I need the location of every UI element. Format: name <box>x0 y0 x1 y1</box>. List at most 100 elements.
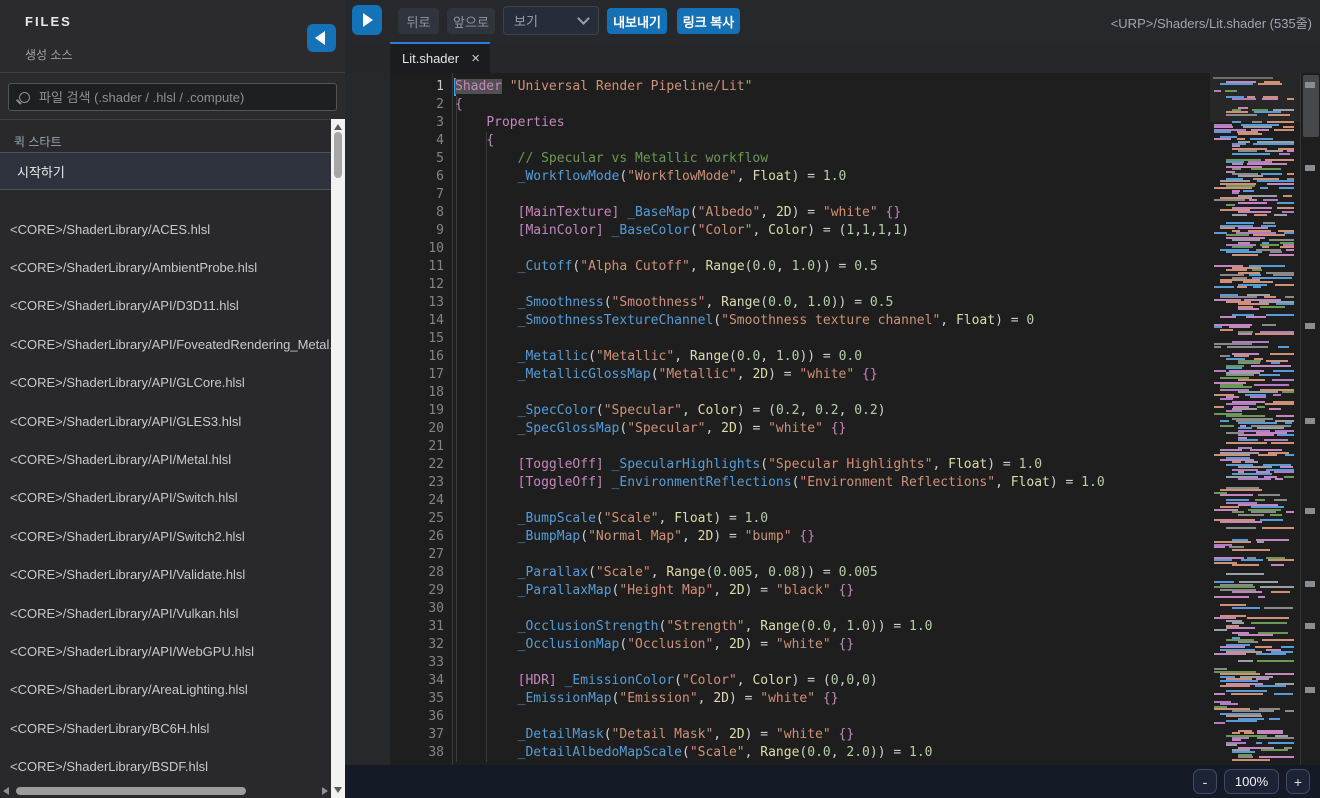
code-line[interactable] <box>455 492 1105 510</box>
code-line[interactable]: _OcclusionStrength("Strength", Range(0.0… <box>455 618 1105 636</box>
minimap-line <box>1277 434 1294 436</box>
minimap-line <box>1265 403 1294 405</box>
view-dropdown[interactable]: 보기 <box>503 6 599 35</box>
code-line[interactable]: _SpecGlossMap("Specular", 2D) = "white" … <box>455 420 1105 438</box>
code-line[interactable]: _Parallax("Scale", Range(0.005, 0.08)) =… <box>455 564 1105 582</box>
minimap-line <box>1255 685 1285 687</box>
zoom-out-button[interactable]: - <box>1193 769 1217 794</box>
code-line[interactable] <box>455 708 1105 726</box>
tab-bar: Lit.shader × <box>345 42 1320 73</box>
code-line[interactable]: { <box>455 132 1105 150</box>
zoom-in-button[interactable]: + <box>1286 769 1310 794</box>
toolbar: 뒤로 앞으로 보기 내보내기 링크 복사 <URP>/Shaders/Lit.s… <box>345 0 1320 42</box>
file-list-item[interactable]: <CORE>/ShaderLibrary/API/GLCore.hlsl <box>0 364 331 402</box>
sidebar-hscroll-thumb[interactable] <box>16 787 246 795</box>
export-button[interactable]: 내보내기 <box>607 8 667 34</box>
file-list-item[interactable]: <CORE>/ShaderLibrary/API/Vulkan.hlsl <box>0 594 331 632</box>
ruler-marker <box>1305 508 1315 514</box>
code-line[interactable]: _SmoothnessTextureChannel("Smoothness te… <box>455 312 1105 330</box>
code-line[interactable]: [MainColor] _BaseColor("Color", Color) =… <box>455 222 1105 240</box>
code-line[interactable]: _BumpMap("Normal Map", 2D) = "bump" {} <box>455 528 1105 546</box>
search-section <box>0 73 345 120</box>
file-list-item[interactable]: <CORE>/ShaderLibrary/AreaLighting.hlsl <box>0 671 331 709</box>
sidebar-vertical-scrollbar[interactable] <box>331 119 345 798</box>
file-list-item[interactable]: <CORE>/ShaderLibrary/API/Switch2.hlsl <box>0 517 331 555</box>
code-line[interactable]: Properties <box>455 114 1105 132</box>
code-line[interactable]: _ParallaxMap("Height Map", 2D) = "black"… <box>455 582 1105 600</box>
file-list-item[interactable]: <CORE>/ShaderLibrary/BC6H.hlsl <box>0 709 331 747</box>
code-line[interactable]: { <box>455 96 1105 114</box>
code-line[interactable]: // Specular vs Metallic workflow <box>455 150 1105 168</box>
minimap-line <box>1237 286 1248 288</box>
code-line[interactable]: _Smoothness("Smoothness", Range(0.0, 1.0… <box>455 294 1105 312</box>
code-line[interactable] <box>455 186 1105 204</box>
code-line[interactable] <box>455 240 1105 258</box>
scroll-right-arrow-icon[interactable] <box>322 787 328 795</box>
code-line[interactable]: [MainTexture] _BaseMap("Albedo", 2D) = "… <box>455 204 1105 222</box>
minimap-line <box>1257 660 1294 662</box>
minimap-line <box>1214 406 1224 408</box>
code-line[interactable]: _BumpScale("Scale", Float) = 1.0 <box>455 510 1105 528</box>
code-line[interactable] <box>455 654 1105 672</box>
file-search-box[interactable] <box>8 83 337 111</box>
overview-ruler[interactable] <box>1300 73 1320 765</box>
code-line[interactable]: _WorkflowMode("WorkflowMode", Float) = 1… <box>455 168 1105 186</box>
code-line[interactable]: [ToggleOff] _SpecularHighlights("Specula… <box>455 456 1105 474</box>
file-list-item[interactable]: <CORE>/ShaderLibrary/ACES.hlsl <box>0 210 331 248</box>
code-line[interactable] <box>455 438 1105 456</box>
code-line[interactable]: Shader "Universal Render Pipeline/Lit" <box>455 78 1105 96</box>
code-content[interactable]: Shader "Universal Render Pipeline/Lit"{ … <box>455 78 1105 762</box>
minimap-line <box>1220 494 1253 496</box>
code-line[interactable]: _EmissionMap("Emission", 2D) = "white" {… <box>455 690 1105 708</box>
file-list-item[interactable]: <CORE>/ShaderLibrary/API/Metal.hlsl <box>0 440 331 478</box>
file-list-item[interactable]: <CORE>/ShaderLibrary/BSDF.hlsl <box>0 747 331 784</box>
code-line[interactable] <box>455 330 1105 348</box>
tab-lit-shader[interactable]: Lit.shader × <box>390 42 490 73</box>
code-line[interactable] <box>455 276 1105 294</box>
copy-link-button[interactable]: 링크 복사 <box>677 8 740 34</box>
close-tab-icon[interactable]: × <box>471 51 480 66</box>
minimap[interactable] <box>1210 73 1300 765</box>
sidebar-vscroll-thumb[interactable] <box>334 132 342 178</box>
minimap-line <box>1214 693 1225 695</box>
scroll-left-arrow-icon[interactable] <box>3 787 9 795</box>
code-line[interactable]: _OcclusionMap("Occlusion", 2D) = "white"… <box>455 636 1105 654</box>
forward-button[interactable]: 앞으로 <box>447 8 495 34</box>
code-line[interactable]: _Cutoff("Alpha Cutoff", Range(0.0, 1.0))… <box>455 258 1105 276</box>
scroll-down-arrow-icon[interactable] <box>334 787 342 793</box>
file-list-item[interactable]: <CORE>/ShaderLibrary/API/GLES3.hlsl <box>0 402 331 440</box>
file-list-item[interactable]: <CORE>/ShaderLibrary/API/FoveatedRenderi… <box>0 325 331 363</box>
minimap-line <box>1232 759 1270 761</box>
code-line[interactable] <box>455 600 1105 618</box>
minimap-line <box>1286 249 1294 251</box>
code-line[interactable]: _DetailMask("Detail Mask", 2D) = "white"… <box>455 726 1105 744</box>
file-list-item[interactable]: <CORE>/ShaderLibrary/API/WebGPU.hlsl <box>0 632 331 670</box>
back-button[interactable]: 뒤로 <box>398 8 439 34</box>
file-list-item[interactable]: <CORE>/ShaderLibrary/API/Switch.hlsl <box>0 479 331 517</box>
code-editor[interactable]: 1234567891011121314151617181920212223242… <box>390 73 1320 765</box>
file-list-item[interactable]: <CORE>/ShaderLibrary/API/Validate.hlsl <box>0 556 331 594</box>
minimap-line <box>1214 546 1225 548</box>
quick-start-item[interactable]: 시작하기 <box>0 152 331 190</box>
minimap-line <box>1232 549 1270 551</box>
code-line[interactable]: [HDR] _EmissionColor("Color", Color) = (… <box>455 672 1105 690</box>
line-number: 5 <box>390 150 444 168</box>
code-line[interactable]: _MetallicGlossMap("Metallic", 2D) = "whi… <box>455 366 1105 384</box>
line-number: 14 <box>390 312 444 330</box>
code-line[interactable]: _SpecColor("Specular", Color) = (0.2, 0.… <box>455 402 1105 420</box>
code-line[interactable] <box>455 546 1105 564</box>
file-list-item[interactable]: <CORE>/ShaderLibrary/API/D3D11.hlsl <box>0 287 331 325</box>
minimap-line <box>1257 406 1266 408</box>
run-button[interactable] <box>352 5 382 35</box>
minimap-line <box>1258 494 1280 496</box>
sidebar-horizontal-scrollbar[interactable] <box>0 784 331 798</box>
code-line[interactable]: _Metallic("Metallic", Range(0.0, 1.0)) =… <box>455 348 1105 366</box>
collapse-sidebar-button[interactable] <box>307 24 336 52</box>
code-line[interactable]: _DetailAlbedoMapScale("Scale", Range(0.0… <box>455 744 1105 762</box>
code-line[interactable] <box>455 384 1105 402</box>
zoom-level: 100% <box>1224 769 1279 794</box>
file-search-input[interactable] <box>39 90 326 105</box>
code-line[interactable]: [ToggleOff] _EnvironmentReflections("Env… <box>455 474 1105 492</box>
scroll-up-arrow-icon[interactable] <box>334 124 342 130</box>
file-list-item[interactable]: <CORE>/ShaderLibrary/AmbientProbe.hlsl <box>0 248 331 286</box>
